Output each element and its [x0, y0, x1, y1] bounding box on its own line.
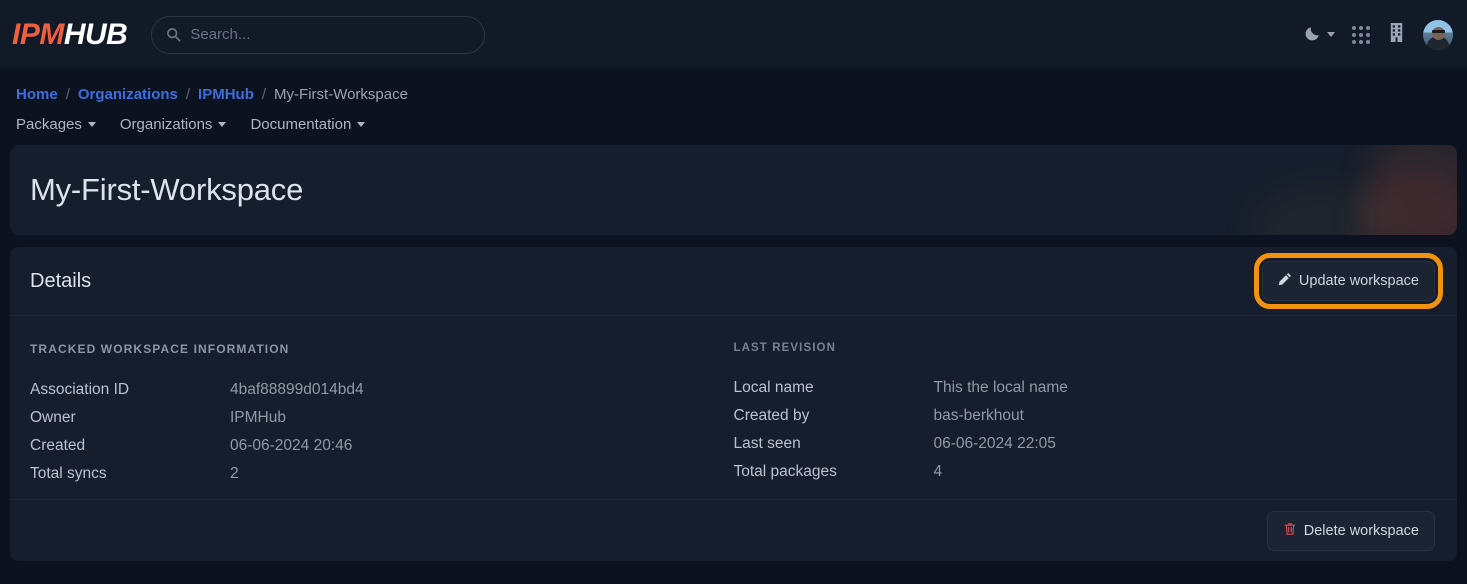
app-logo[interactable]: IPMHUB — [12, 17, 128, 52]
details-header: Details Update workspace — [10, 247, 1457, 316]
breadcrumb-separator: / — [65, 86, 70, 103]
update-workspace-label: Update workspace — [1298, 273, 1419, 289]
workspace-hero-card: My-First-Workspace — [10, 145, 1457, 235]
detail-value: 06-06-2024 22:05 — [933, 435, 1056, 452]
page-title: My-First-Workspace — [30, 172, 304, 207]
breadcrumb-item-organizations[interactable]: Organizations — [78, 86, 178, 103]
detail-value: bas-berkhout — [933, 407, 1024, 424]
tracked-workspace-information-column: TRACKED WORKSPACE INFORMATION Associatio… — [30, 342, 734, 488]
detail-row: Owner IPMHub — [30, 404, 716, 432]
trash-icon — [1283, 522, 1297, 540]
detail-row: Created by bas-berkhout — [734, 402, 1420, 430]
nav-item-organizations[interactable]: Organizations — [120, 116, 227, 133]
detail-key: Total syncs — [30, 465, 107, 482]
detail-key: Created by — [733, 407, 810, 424]
nav-item-label: Packages — [16, 116, 82, 133]
details-body: TRACKED WORKSPACE INFORMATION Associatio… — [10, 316, 1457, 488]
column-title: LAST REVISION — [733, 342, 836, 354]
detail-key: Owner — [30, 409, 76, 426]
search-input[interactable] — [190, 26, 471, 43]
breadcrumb-separator: / — [185, 86, 191, 103]
detail-key: Total packages — [733, 463, 837, 480]
building-icon — [1387, 22, 1406, 48]
search-box[interactable] — [151, 15, 486, 54]
top-bar-actions — [1304, 19, 1453, 50]
logo-text-primary: IPM — [12, 17, 64, 51]
nav-item-label: Documentation — [250, 116, 352, 133]
detail-key: Created — [30, 437, 86, 454]
pencil-icon — [1278, 272, 1292, 290]
detail-row: Local name This the local name — [734, 374, 1420, 402]
avatar-glasses — [1431, 29, 1445, 33]
chevron-down-icon — [1327, 32, 1335, 37]
column-title: TRACKED WORKSPACE INFORMATION — [30, 342, 290, 356]
breadcrumb-item-current: My-First-Workspace — [274, 86, 408, 103]
avatar[interactable] — [1423, 19, 1453, 50]
nav-item-packages[interactable]: Packages — [16, 116, 96, 133]
breadcrumb-item-ipmhub[interactable]: IPMHub — [198, 86, 254, 103]
search-icon — [166, 27, 181, 42]
last-revision-column: LAST REVISION Local name This the local … — [734, 342, 1438, 488]
breadcrumb: Home / Organizations / IPMHub / My-First… — [0, 69, 1467, 103]
detail-value: 4 — [933, 463, 943, 480]
moon-icon — [1304, 23, 1323, 47]
detail-row: Total packages 4 — [734, 458, 1420, 486]
chevron-down-icon — [357, 122, 366, 127]
details-card: Details Update workspace TRACKED WORKSPA… — [10, 247, 1457, 561]
detail-key: Local name — [733, 379, 814, 396]
logo-text-secondary: HUB — [63, 17, 128, 51]
breadcrumb-separator: / — [261, 86, 267, 103]
detail-row: Created 06-06-2024 20:46 — [30, 432, 716, 460]
avatar-head — [1431, 26, 1445, 40]
detail-value: 2 — [230, 465, 239, 482]
detail-row: Association ID 4baf88899d014bd4 — [30, 376, 716, 404]
chevron-down-icon — [87, 122, 96, 127]
main-nav: Packages Organizations Documentation — [0, 103, 1467, 133]
detail-value: 06-06-2024 20:46 — [230, 437, 353, 454]
update-workspace-button[interactable]: Update workspace — [1253, 253, 1444, 309]
top-bar: IPMHUB — [0, 0, 1467, 69]
nav-item-label: Organizations — [119, 116, 213, 133]
detail-key: Association ID — [30, 381, 130, 398]
nav-item-documentation[interactable]: Documentation — [250, 116, 366, 133]
detail-row: Last seen 06-06-2024 22:05 — [734, 430, 1420, 458]
organizations-button[interactable] — [1387, 22, 1406, 48]
breadcrumb-item-home[interactable]: Home — [16, 86, 58, 103]
delete-workspace-label: Delete workspace — [1303, 522, 1419, 539]
delete-workspace-button[interactable]: Delete workspace — [1266, 510, 1435, 551]
chevron-down-icon — [218, 122, 227, 127]
detail-value: 4baf88899d014bd4 — [230, 381, 364, 398]
detail-value: This the local name — [933, 379, 1068, 396]
details-footer: Delete workspace — [10, 499, 1457, 561]
detail-value: IPMHub — [230, 409, 286, 426]
detail-row: Total syncs 2 — [30, 460, 716, 488]
apps-grid-icon[interactable] — [1352, 25, 1370, 44]
details-heading: Details — [30, 269, 92, 292]
detail-key: Last seen — [733, 435, 801, 452]
theme-toggle-button[interactable] — [1304, 23, 1335, 47]
